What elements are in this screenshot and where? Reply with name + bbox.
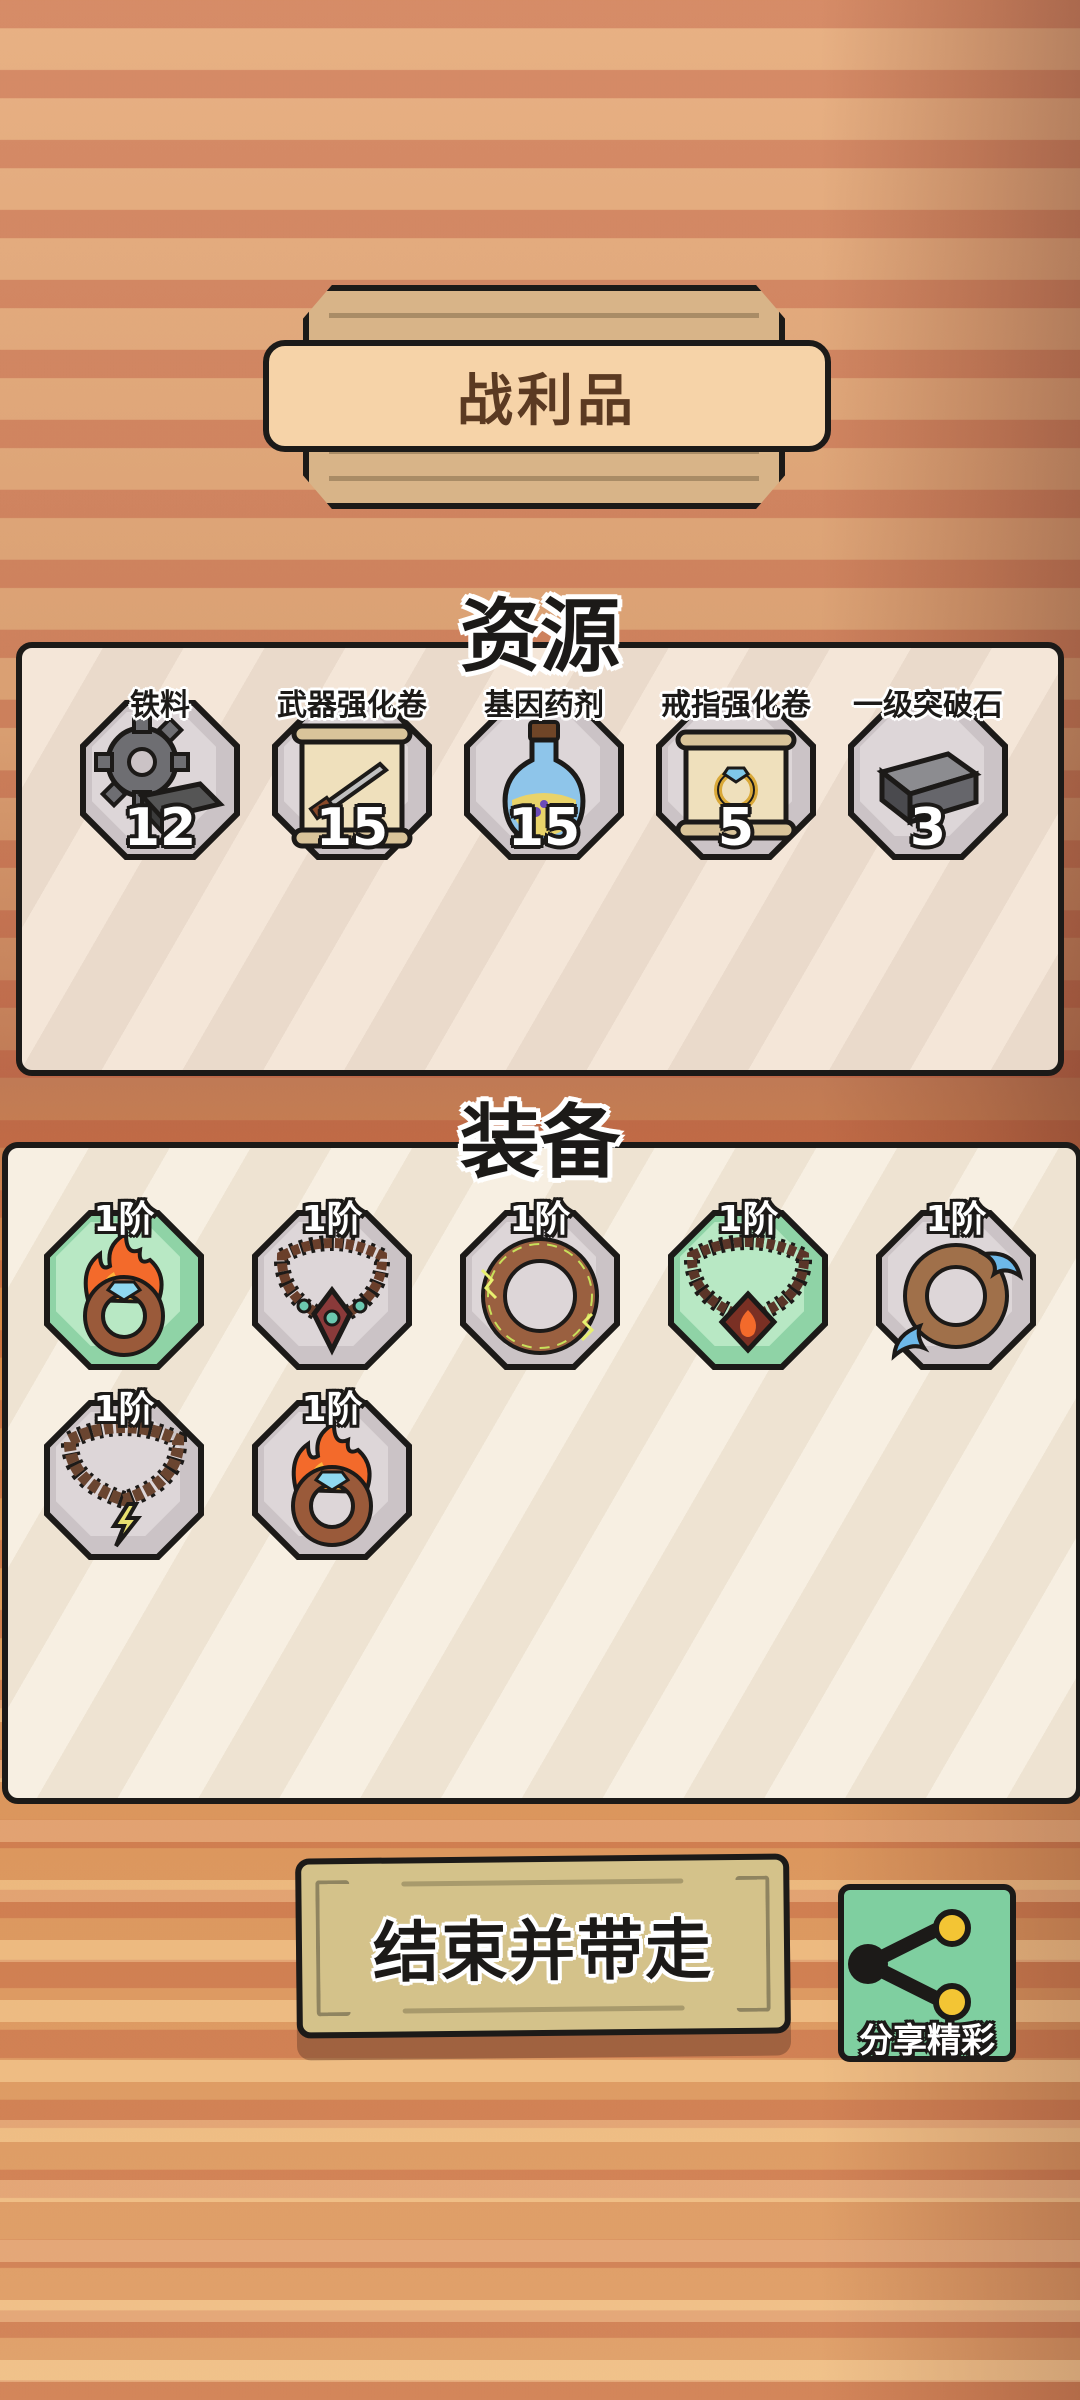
resource-count: 12 — [123, 798, 197, 858]
tier-label: 1阶 — [93, 1389, 155, 1430]
share-button[interactable]: 分享精彩 — [838, 1884, 1016, 2062]
resource-item-breakthrough-stone[interactable]: 一级突破石 3 — [848, 680, 1018, 870]
equipment-item[interactable]: 1阶 — [44, 1190, 214, 1380]
tier-label: 1阶 — [301, 1389, 363, 1430]
end-and-take-button[interactable]: 结束并带走 — [295, 1853, 791, 2039]
equipment-item[interactable]: 1阶 — [460, 1190, 630, 1380]
ornament-left — [315, 1880, 351, 2017]
tier-label: 1阶 — [509, 1199, 571, 1240]
tier-label: 1阶 — [301, 1199, 363, 1240]
ornament-right — [735, 1875, 771, 2012]
title-banner: 战利品 — [263, 285, 831, 509]
equipment-item[interactable]: 1阶 — [668, 1190, 838, 1380]
equipment-panel: 1阶 1阶 1阶 1阶 1阶 1阶 1阶 — [2, 1142, 1080, 1804]
equipment-item[interactable]: 1阶 — [876, 1190, 1046, 1380]
resource-count: 5 — [717, 798, 755, 858]
equipment-item[interactable]: 1阶 — [252, 1190, 422, 1380]
end-button-label: 结束并带走 — [372, 1911, 714, 1992]
tier-label: 1阶 — [717, 1199, 779, 1240]
tier-label: 1阶 — [925, 1199, 987, 1240]
resource-count: 3 — [909, 798, 947, 858]
resources-panel: 铁料 12 武器强化卷 15 基因药剂 15 戒指强化卷 5 一级突破石 3 — [16, 642, 1064, 1076]
resource-count: 15 — [507, 798, 581, 858]
equipment-item[interactable]: 1阶 — [252, 1380, 422, 1570]
page-title: 战利品 — [457, 368, 637, 434]
resources-heading: 资源 — [460, 590, 620, 683]
equipment-heading: 装备 — [460, 1096, 620, 1189]
banner-front-plate: 战利品 — [263, 340, 831, 452]
equipment-item[interactable]: 1阶 — [44, 1380, 214, 1570]
resource-count: 15 — [315, 798, 389, 858]
share-button-label: 分享精彩 — [859, 2021, 995, 2061]
tier-label: 1阶 — [93, 1199, 155, 1240]
